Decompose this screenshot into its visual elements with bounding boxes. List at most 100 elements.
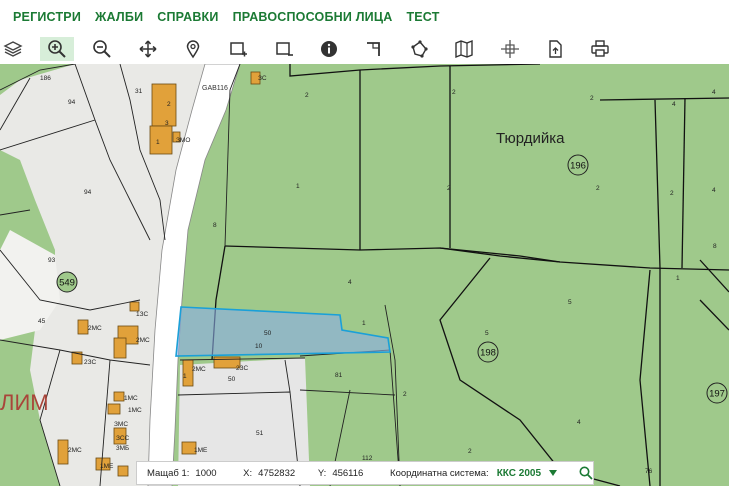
coordinate-search-button[interactable] — [579, 466, 593, 480]
parcel-number: 50 — [264, 330, 272, 337]
parcel-number: 45 — [38, 318, 46, 325]
document-upload-icon — [549, 40, 562, 58]
parcel-number: 50 — [228, 376, 236, 383]
y-coordinate: 456116 — [332, 467, 364, 479]
search-icon — [579, 466, 593, 480]
select-rectangle-button[interactable] — [221, 37, 255, 61]
nav-test[interactable]: ТЕСТ — [406, 10, 439, 24]
parcel-number: 8 — [713, 243, 717, 250]
zoom-in-icon — [48, 40, 66, 58]
scale-label: Мащаб 1: — [147, 467, 190, 479]
draw-polygon-button[interactable] — [402, 37, 436, 61]
parcel-number: 8 — [213, 222, 217, 229]
scale-input[interactable]: 1000 — [195, 468, 241, 479]
layers-icon — [3, 41, 23, 57]
x-coordinate: 4752832 — [258, 467, 296, 479]
cadastral-map[interactable]: 196 549 198 197 Тюрдийка ЛИМ GAB116 186 … — [0, 64, 729, 486]
parcel-number: 5 — [485, 330, 489, 337]
crosshair-icon — [501, 40, 519, 58]
chevron-down-icon — [549, 470, 558, 476]
map-canvas[interactable]: 196 549 198 197 Тюрдийка ЛИМ GAB116 186 … — [0, 64, 729, 486]
zoom-out-button[interactable] — [85, 37, 119, 61]
measure-corner-icon — [367, 42, 380, 56]
top-navigation: РЕГИСТРИ ЖАЛБИ СПРАВКИ ПРАВОСПОСОБНИ ЛИЦ… — [0, 0, 729, 34]
zoom-in-button[interactable] — [40, 37, 74, 61]
measure-button[interactable] — [357, 37, 391, 61]
print-icon — [591, 40, 609, 57]
print-button[interactable] — [583, 37, 617, 61]
parcel-number: 94 — [84, 189, 92, 196]
y-label: Y: — [317, 467, 327, 479]
parcel-number: 2ЗС — [84, 359, 96, 366]
road-label: GAB116 — [202, 85, 228, 92]
parcel-number: 2МС — [192, 366, 206, 373]
parcel-number: 1МЕ — [100, 463, 114, 470]
zoom-out-icon — [93, 40, 111, 58]
crs-select[interactable]: ККС 2005 — [497, 468, 541, 479]
parcel-number: 1 — [183, 373, 187, 380]
parcel-number: 51 — [256, 430, 264, 437]
parcel-number: 2 — [670, 190, 674, 197]
parcel-number: 2 — [468, 448, 472, 455]
info-icon — [321, 41, 337, 57]
nav-references[interactable]: СПРАВКИ — [157, 10, 218, 24]
document-upload-button[interactable] — [538, 37, 572, 61]
map-status-bar: Мащаб 1: 1000 X: 4752832 Y: 456116 Коорд… — [136, 461, 594, 485]
parcel-number: ЗС — [258, 75, 267, 82]
parcel-number: 4 — [348, 279, 352, 286]
nav-licensed-persons[interactable]: ПРАВОСПОСОБНИ ЛИЦА — [233, 10, 393, 24]
pan-icon — [139, 40, 157, 58]
circle-label: 198 — [480, 348, 496, 359]
parcel-number: 93 — [48, 257, 56, 264]
parcel-number: 81 — [335, 372, 343, 379]
x-label: X: — [243, 467, 253, 479]
pan-button[interactable] — [131, 37, 165, 61]
map-book-button[interactable] — [447, 37, 481, 61]
parcel-number: 76 — [645, 468, 653, 475]
crs-label: Координатна система: — [390, 467, 489, 479]
parcel-number: 2ЗС — [236, 365, 248, 372]
parcel-number: 1МС — [128, 407, 142, 414]
parcel-number: 4 — [672, 101, 676, 108]
layers-button[interactable] — [0, 37, 30, 61]
parcel-number: 31 — [135, 88, 143, 95]
select-rectangle-minus-button[interactable] — [267, 37, 301, 61]
parcel-number: 4 — [712, 187, 716, 194]
parcel-number: ЗМО — [176, 137, 190, 144]
place-name-label: Тюрдийка — [496, 130, 565, 147]
draw-polygon-icon — [411, 40, 428, 58]
parcel-number: 1МС — [124, 395, 138, 402]
crosshair-button[interactable] — [493, 37, 527, 61]
parcel-number: 2МС — [88, 325, 102, 332]
info-button[interactable] — [312, 37, 346, 61]
parcel-number: 2 — [447, 185, 451, 192]
crs-dropdown-button[interactable] — [549, 470, 558, 476]
parcel-number: 2 — [590, 95, 594, 102]
parcel-number: 1 — [362, 320, 366, 327]
circle-label: 196 — [570, 161, 586, 172]
parcel-number: ЗСС — [116, 435, 130, 442]
parcel-number: 3 — [165, 120, 169, 127]
location-pin-icon — [186, 40, 200, 59]
parcel-number: 2МС — [68, 447, 82, 454]
select-rectangle-minus-icon — [276, 42, 293, 56]
parcel-number: 2 — [452, 89, 456, 96]
parcel-number: 2 — [167, 101, 171, 108]
nav-registers[interactable]: РЕГИСТРИ — [13, 10, 81, 24]
parcel-number: 3МБ — [116, 445, 129, 452]
parcel-number: 1ЗС — [136, 311, 148, 318]
parcel-number: 1МЕ — [194, 447, 208, 454]
circle-label: 197 — [709, 389, 725, 400]
place-name-partial: ЛИМ — [0, 390, 49, 415]
circle-label: 549 — [59, 278, 75, 289]
parcel-number: 1 — [156, 139, 160, 146]
parcel-number: ЗМС — [114, 421, 128, 428]
parcel-number: 1 — [296, 183, 300, 190]
nav-complaints[interactable]: ЖАЛБИ — [95, 10, 143, 24]
parcel-number: 10 — [255, 343, 263, 350]
parcel-number: 186 — [40, 75, 51, 82]
parcel-number: 94 — [68, 99, 76, 106]
map-toolbar — [0, 34, 729, 65]
location-button[interactable] — [176, 37, 210, 61]
parcel-number: 5 — [568, 299, 572, 306]
